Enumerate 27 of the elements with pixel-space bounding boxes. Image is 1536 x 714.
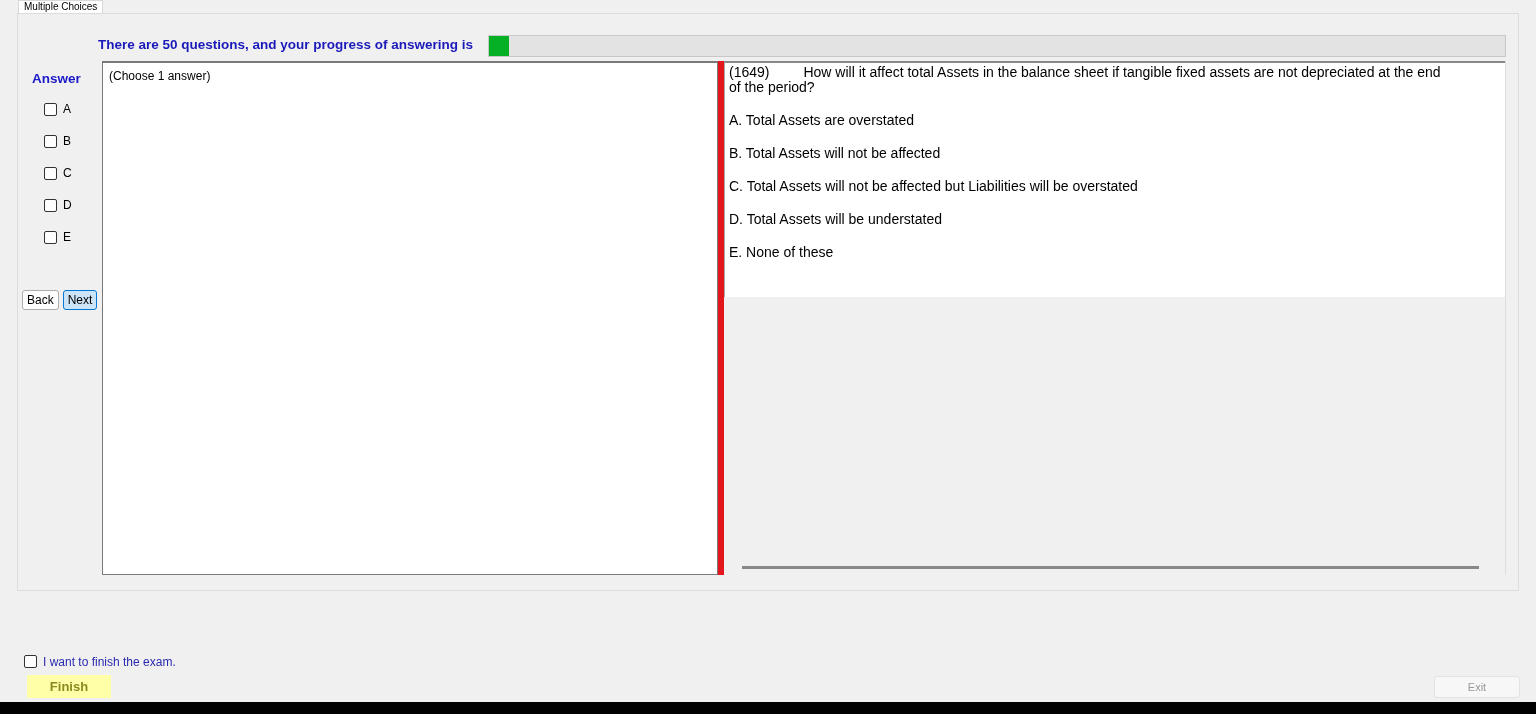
- choice-text: C. Total Assets will not be affected but Liabilities will be overstated: [729, 178, 1138, 194]
- option-label: B: [63, 133, 71, 151]
- checkbox[interactable]: [44, 198, 57, 212]
- checkbox[interactable]: [44, 134, 57, 148]
- choice-text: A. Total Assets are overstated: [729, 112, 914, 128]
- scrollbar[interactable]: [742, 566, 1479, 569]
- next-button[interactable]: Next: [62, 290, 98, 311]
- progress-text: There are 50 questions, and your progress of answering is: [98, 36, 474, 55]
- tab[interactable]: Multiple Choices: [18, 0, 104, 13]
- back-button[interactable]: Back: [22, 290, 59, 311]
- question-text: (1649) How will it affect total Assets in the balance sheet if tangible fixed assets are not depreciated at the end of the period?: [729, 65, 1441, 95]
- option-label: C: [63, 165, 72, 183]
- option-label: D: [63, 197, 72, 215]
- checkbox[interactable]: [24, 655, 37, 668]
- finish-button[interactable]: Finish: [27, 674, 111, 698]
- option-label: E: [63, 229, 71, 247]
- choice-text: B. Total Assets will not be affected: [729, 145, 941, 161]
- answer-box[interactable]: (Choose 1 answer): [102, 61, 718, 575]
- instruction-text: (Choose 1 answer): [109, 69, 211, 83]
- choice-text: E. None of these: [729, 244, 834, 260]
- choice-text: D. Total Assets will be understated: [729, 211, 942, 227]
- answer-label: Answer: [32, 70, 82, 88]
- checkbox[interactable]: [44, 230, 57, 244]
- option-label: A: [63, 101, 71, 119]
- checkbox[interactable]: [44, 102, 57, 116]
- checkbox-label: I want to finish the exam.: [43, 653, 176, 671]
- checkbox[interactable]: [44, 166, 57, 180]
